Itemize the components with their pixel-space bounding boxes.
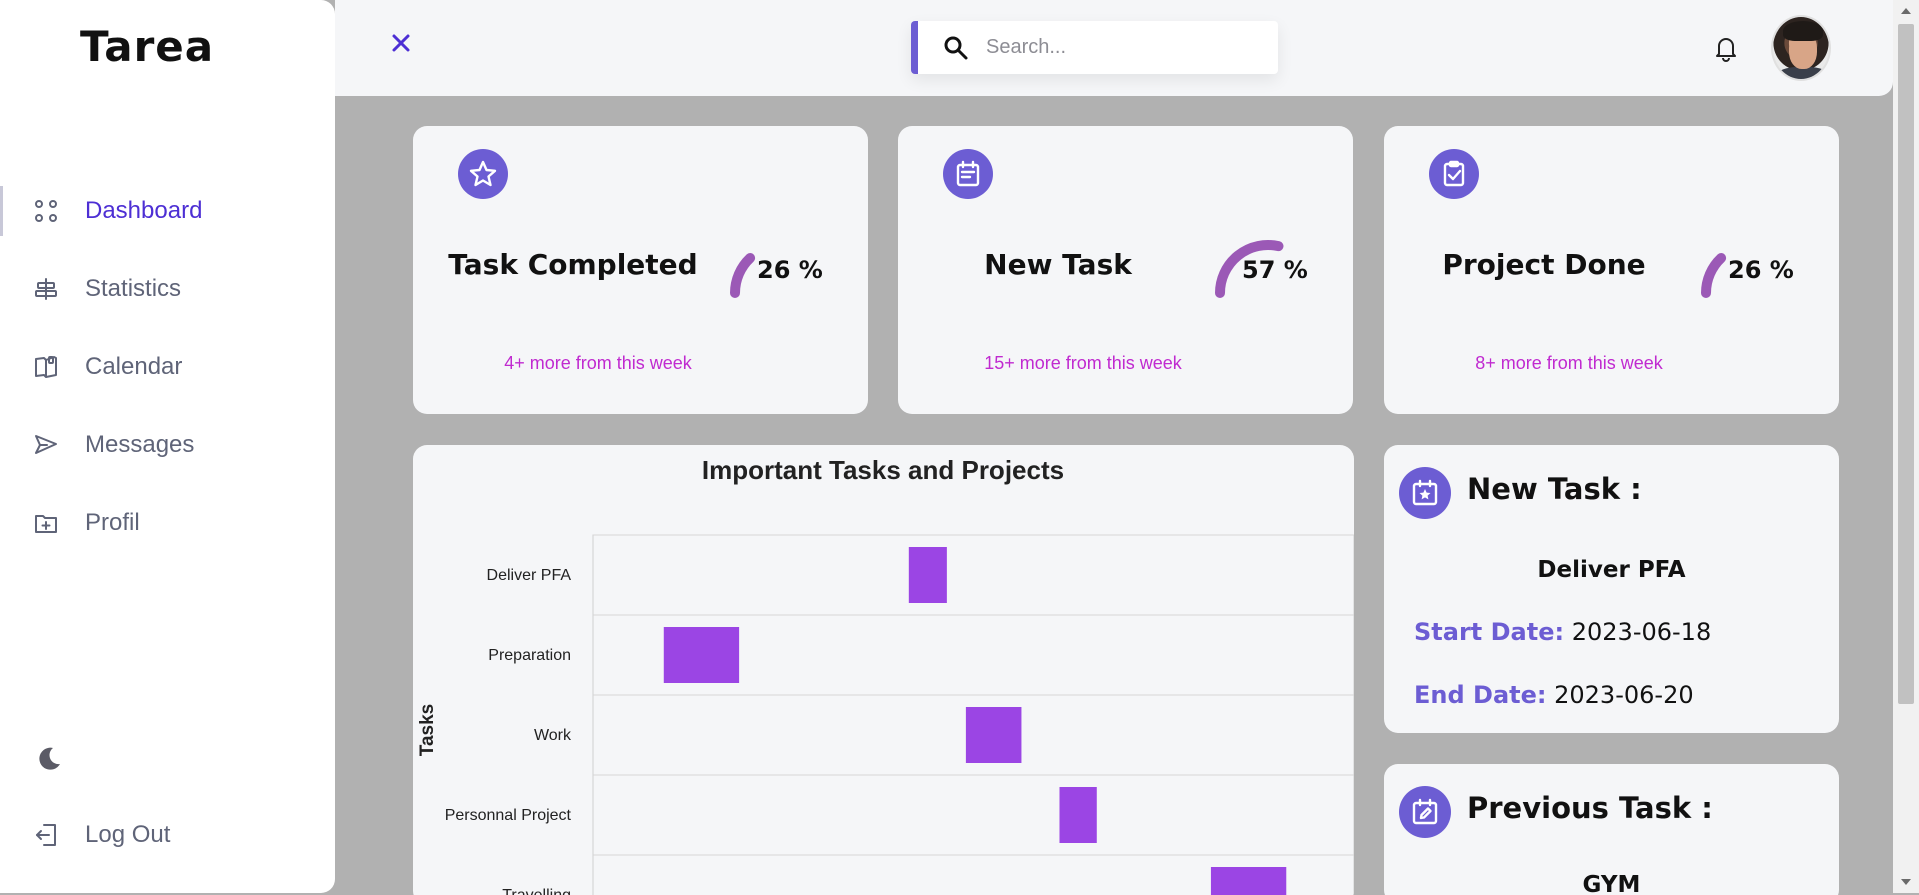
- sidebar-item-statistics[interactable]: Statistics: [0, 250, 335, 328]
- chart-category-label: Preparation: [488, 647, 571, 664]
- sidebar-item-label: Profil: [85, 509, 140, 536]
- logout-icon: [32, 821, 60, 849]
- book-open-icon: [32, 353, 60, 381]
- tasks-timeline-chart: Important Tasks and Projects Tasks Deliv…: [417, 455, 1354, 895]
- scroll-down-arrow-icon[interactable]: [1901, 879, 1911, 885]
- scroll-up-arrow-icon[interactable]: [1901, 8, 1911, 14]
- stat-card-project-done: Project Done 26 % 8+ more from this week: [1384, 126, 1839, 414]
- stat-percent: 26 %: [1728, 256, 1794, 284]
- chart-category-label: Work: [534, 727, 572, 744]
- moon-icon[interactable]: [34, 744, 64, 774]
- bell-icon[interactable]: [1713, 34, 1739, 62]
- chart-category-label: Personnal Project: [445, 807, 572, 824]
- sidebar-item-profil[interactable]: Profil: [0, 484, 335, 562]
- end-date-label: End Date:: [1414, 681, 1547, 709]
- sidebar-item-label: Dashboard: [85, 197, 203, 224]
- stat-card-task-completed: Task Completed 26 % 4+ more from this we…: [413, 126, 868, 414]
- search-icon[interactable]: [942, 34, 970, 62]
- align-center-icon: [32, 275, 60, 303]
- scroll-thumb[interactable]: [1898, 24, 1914, 704]
- sidebar-item-dashboard[interactable]: Dashboard: [0, 172, 335, 250]
- new-task-end-row: End Date: 2023-06-20: [1414, 681, 1694, 709]
- sidebar-item-messages[interactable]: Messages: [0, 406, 335, 484]
- sidebar: Tarea Dashboard Statistics Calendar Mess…: [0, 0, 335, 893]
- gauge-arc: [730, 253, 756, 298]
- chart-bar[interactable]: [663, 627, 740, 683]
- page-scrollbar[interactable]: [1893, 0, 1919, 893]
- start-date-label: Start Date:: [1414, 618, 1565, 646]
- sidebar-item-label: Calendar: [85, 353, 183, 380]
- stat-title: New Task: [984, 248, 1132, 281]
- chart-title: Important Tasks and Projects: [702, 455, 1064, 485]
- chart-category-label: Deliver PFA: [487, 567, 572, 584]
- search-bar: [911, 21, 1278, 74]
- new-task-start-row: Start Date: 2023-06-18: [1414, 618, 1711, 646]
- stat-more-text: 4+ more from this week: [504, 353, 692, 373]
- tasks-chart-card: Important Tasks and Projects Tasks Deliv…: [413, 445, 1354, 895]
- stat-title: Task Completed: [448, 248, 698, 281]
- stat-title: Project Done: [1442, 248, 1646, 281]
- stat-more-text: 15+ more from this week: [984, 353, 1182, 373]
- sidebar-item-label: Statistics: [85, 275, 182, 302]
- previous-task-card: Previous Task : GYM: [1384, 764, 1839, 895]
- chart-bar[interactable]: [965, 707, 1022, 763]
- star-icon: [458, 149, 508, 199]
- new-task-name: Deliver PFA: [1537, 557, 1686, 583]
- stat-percent: 57 %: [1242, 256, 1308, 284]
- chart-bar[interactable]: [1210, 867, 1287, 895]
- previous-task-name: GYM: [1582, 872, 1641, 895]
- chart-category-label: Travelling: [502, 887, 571, 895]
- gauge-arc: [1701, 253, 1727, 298]
- avatar[interactable]: [1771, 15, 1831, 81]
- stat-percent: 26 %: [757, 256, 823, 284]
- chart-bar[interactable]: [908, 547, 947, 603]
- logout-label: Log Out: [85, 821, 171, 848]
- logo-text: Tarea: [80, 22, 215, 71]
- calendar-star-icon: [1399, 467, 1451, 519]
- chart-y-axis-label: Tasks: [417, 704, 438, 756]
- sidebar-item-calendar[interactable]: Calendar: [0, 328, 335, 406]
- app-logo[interactable]: Tarea: [80, 22, 214, 71]
- end-date-value: 2023-06-20: [1554, 681, 1694, 709]
- new-task-card: New Task : Deliver PFA Start Date: 2023-…: [1384, 445, 1839, 733]
- calendar-note-icon: [943, 149, 993, 199]
- logout-button[interactable]: Log Out: [0, 796, 335, 874]
- close-icon[interactable]: [386, 28, 416, 58]
- clipboard-check-icon: [1429, 149, 1479, 199]
- new-task-heading: New Task :: [1467, 472, 1642, 506]
- grid-dots-icon: [32, 197, 60, 225]
- stat-card-new-task: New Task 57 % 15+ more from this week: [898, 126, 1353, 414]
- previous-task-heading: Previous Task :: [1467, 791, 1713, 825]
- sidebar-nav: Dashboard Statistics Calendar Messages P…: [0, 172, 335, 562]
- sidebar-item-label: Messages: [85, 431, 195, 458]
- folder-add-icon: [32, 509, 60, 537]
- search-input[interactable]: [986, 36, 1256, 59]
- chart-bar[interactable]: [1059, 787, 1097, 843]
- start-date-value: 2023-06-18: [1571, 618, 1712, 646]
- calendar-edit-icon: [1399, 786, 1451, 838]
- send-icon: [32, 431, 60, 459]
- stat-more-text: 8+ more from this week: [1475, 353, 1663, 373]
